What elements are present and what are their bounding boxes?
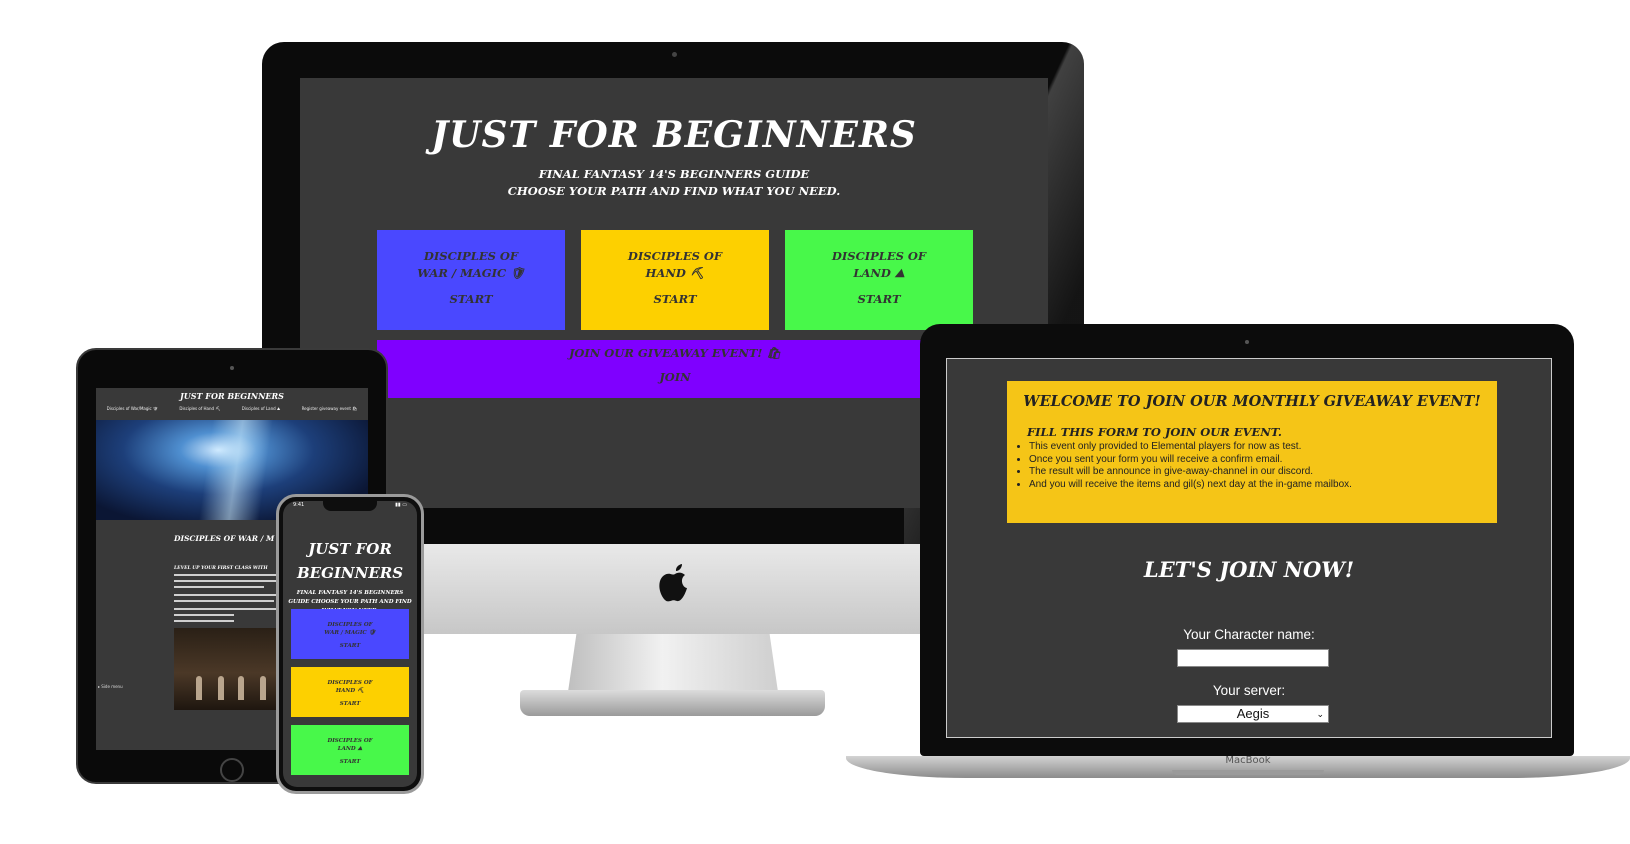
ipad-camera: [230, 366, 234, 370]
tablet-text-line: [174, 620, 234, 622]
rules-list: This event only provided to Elemental pl…: [1019, 441, 1352, 491]
form-heading: Fill this form to join our event.: [1027, 425, 1282, 439]
phone-site-title: Just for Beginners: [283, 537, 417, 585]
chevron-down-icon: ⌄: [1316, 709, 1324, 719]
tablet-text-line: [174, 600, 274, 602]
subtitle-line2: Choose your path and find what you need.: [507, 184, 841, 198]
card-start-link[interactable]: Start: [377, 292, 565, 306]
phone-card-land[interactable]: Disciples of Land ⛰ Start: [291, 725, 409, 775]
card-start-link[interactable]: Start: [291, 759, 409, 765]
macbook-hinge: [1172, 770, 1324, 775]
phone-card-hand[interactable]: Disciples of Hand ⛏ Start: [291, 667, 409, 717]
tablet-text-line: [174, 586, 264, 588]
rule-item: Once you sent your form you will receive…: [1029, 454, 1352, 467]
rule-item: This event only provided to Elemental pl…: [1029, 441, 1352, 454]
signal-battery-icon: ▮▮ ▭: [395, 502, 407, 508]
phone-card-war-magic[interactable]: Disciples of War / Magic 🛡 Start: [291, 609, 409, 659]
rule-item: And you will receive the items and gil(s…: [1029, 479, 1352, 492]
phone-title-line2: Beginners: [296, 564, 404, 582]
server-label: Your server:: [1212, 683, 1286, 698]
tablet-nav: Disciples of War/Magic 🛡 Disciples of Ha…: [96, 406, 368, 411]
phone-clock: 9:41: [293, 502, 305, 508]
card-start-link[interactable]: Start: [785, 292, 973, 306]
tablet-text-line: [174, 614, 234, 616]
imac-stand-foot: [520, 690, 825, 716]
macbook-brand-label: MacBook: [1225, 755, 1271, 766]
card-title-line1: Disciples of: [423, 249, 519, 263]
card-title-line1: Disciples of: [327, 622, 373, 628]
tablet-section-subtitle: Level up your first class with: [174, 566, 268, 571]
ipad-home-button: [220, 758, 244, 782]
phone-screen: 9:41 ▮▮ ▭ Just for Beginners Final Fanta…: [283, 501, 417, 787]
card-title-line1: Disciples of: [327, 680, 373, 686]
card-title-line2: Hand ⛏: [645, 266, 705, 280]
laptop-screen: Welcome to join our monthly giveaway eve…: [946, 358, 1552, 738]
giveaway-banner[interactable]: Join our giveaway event! 🛍 Join: [377, 340, 973, 398]
welcome-banner: Welcome to join our monthly giveaway eve…: [1007, 381, 1497, 523]
tablet-site-title: Just for Beginners: [180, 391, 284, 401]
card-start-link[interactable]: Start: [581, 292, 769, 306]
tablet-text-line: [174, 594, 284, 596]
card-title-line2: Land ⛰: [337, 746, 363, 752]
apple-logo-icon: [659, 564, 687, 602]
character-name-label: Your Character name:: [1183, 627, 1315, 642]
tablet-nav-item[interactable]: Disciples of War/Magic 🛡: [107, 406, 158, 411]
card-start-link[interactable]: Start: [291, 701, 409, 707]
tablet-side-menu-link[interactable]: ▸ Side menu: [98, 684, 123, 689]
macbook-camera: [1245, 340, 1249, 344]
card-title-line2: Hand ⛏: [335, 688, 365, 694]
card-title-line1: Disciples of: [327, 738, 373, 744]
giveaway-join-link[interactable]: Join: [377, 370, 973, 384]
join-now-heading: Let's join now!: [1143, 557, 1355, 582]
tablet-nav-item[interactable]: Disciples of Land ⛰: [242, 406, 281, 411]
card-title-line2: War / Magic 🛡: [417, 266, 525, 280]
tablet-text-line: [174, 608, 284, 610]
card-start-link[interactable]: Start: [291, 643, 409, 649]
welcome-title: Welcome to join our monthly giveaway eve…: [1023, 393, 1481, 410]
site-subtitle: Final Fantasy 14's beginners guide Choos…: [300, 166, 1048, 200]
giveaway-title: Join our giveaway event! 🛍: [568, 346, 782, 360]
rule-item: The result will be announce in give-away…: [1029, 466, 1352, 479]
tablet-text-line: [174, 574, 284, 576]
tablet-section-title: Disciples of War / M: [174, 534, 275, 543]
phone-status-bar: 9:41 ▮▮ ▭: [293, 502, 407, 508]
card-title-line2: War / Magic 🛡: [324, 630, 376, 636]
imac-stand-neck: [568, 634, 778, 692]
card-title-line1: Disciples of: [627, 249, 723, 263]
tablet-text-line: [174, 580, 278, 582]
server-select-value: Aegis: [1236, 706, 1270, 721]
card-land[interactable]: Disciples of Land ⛰ Start: [785, 230, 973, 330]
site-title: Just for Beginners: [431, 114, 917, 156]
character-name-input[interactable]: [1177, 649, 1329, 667]
server-select[interactable]: Aegis ⌄: [1177, 705, 1329, 723]
imac-camera: [672, 52, 677, 57]
tablet-nav-item[interactable]: Disciples of Hand ⛏: [179, 406, 220, 411]
phone-title-line1: Just for: [308, 540, 392, 558]
subtitle-line1: Final Fantasy 14's beginners guide: [538, 167, 810, 181]
tablet-nav-item[interactable]: Register giveaway event 🛍: [302, 406, 358, 411]
tablet-game-screenshot: [174, 628, 284, 710]
card-hand[interactable]: Disciples of Hand ⛏ Start: [581, 230, 769, 330]
card-title-line1: Disciples of: [831, 249, 927, 263]
card-title-line2: Land ⛰: [853, 266, 905, 280]
card-war-magic[interactable]: Disciples of War / Magic 🛡 Start: [377, 230, 565, 330]
